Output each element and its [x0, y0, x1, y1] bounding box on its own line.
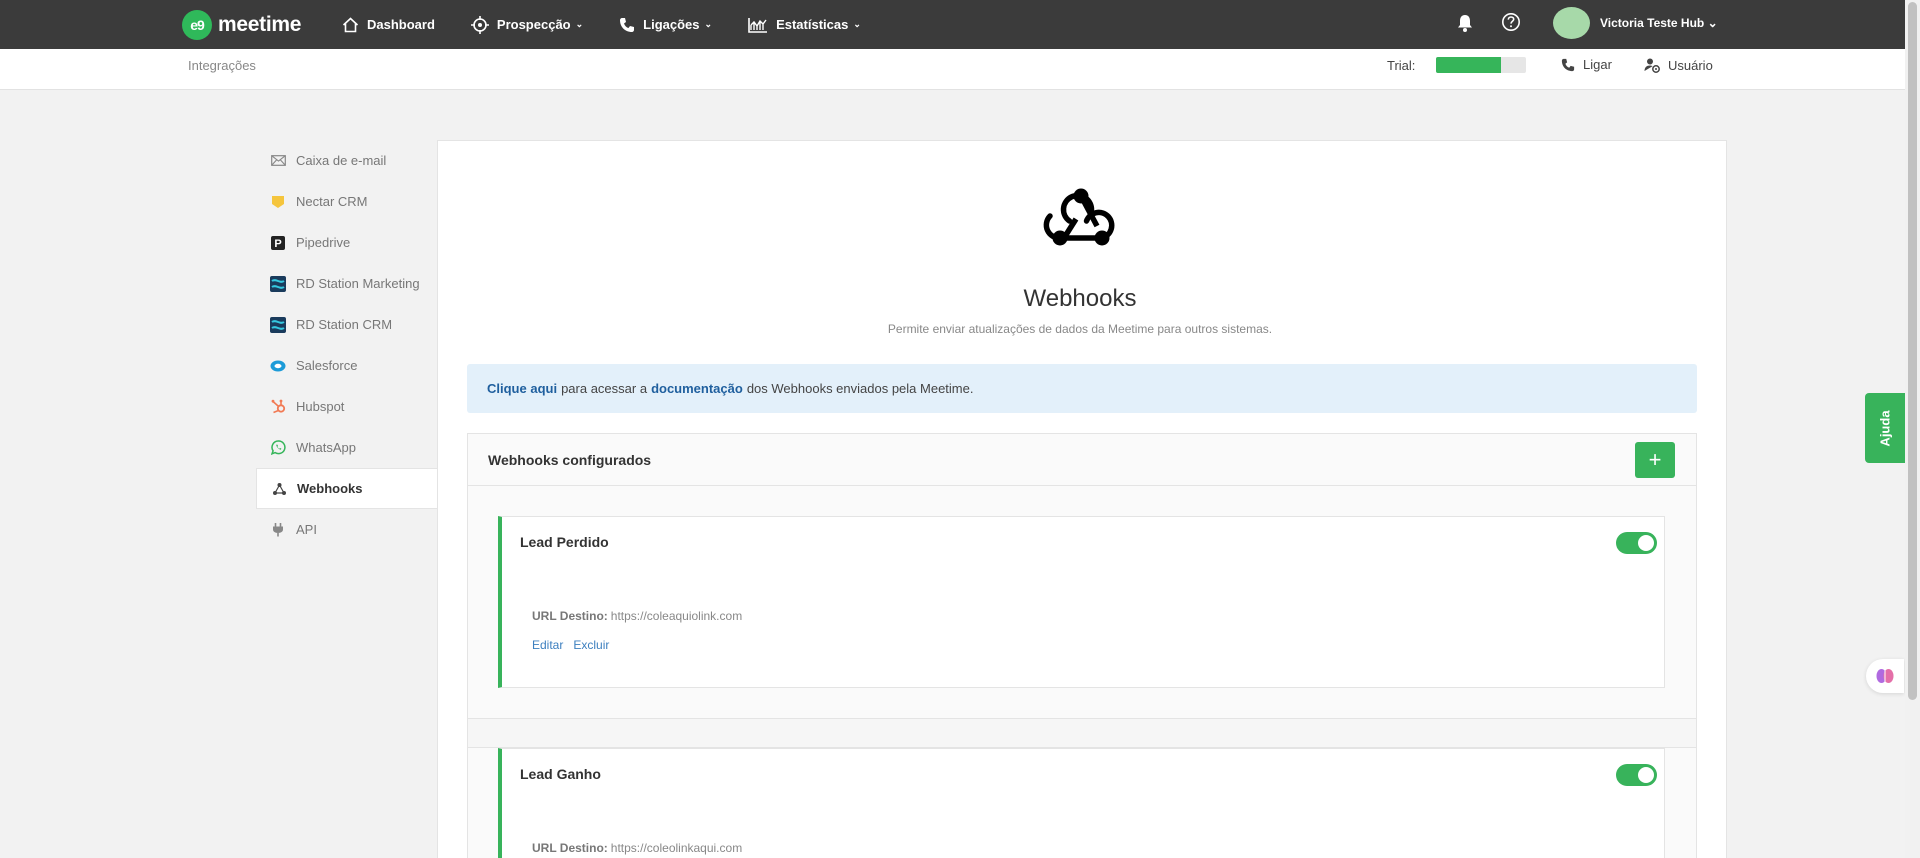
webhooks-logo-icon [1043, 188, 1115, 246]
sidebar-item-webhooks[interactable]: Webhooks [256, 468, 437, 509]
documentation-link[interactable]: documentação [651, 381, 743, 396]
pipedrive-icon: P [270, 235, 286, 251]
webhook-actions: Editar Excluir [532, 638, 609, 652]
bell-icon[interactable] [1456, 13, 1474, 33]
trial-label: Trial: [1387, 58, 1416, 73]
edit-link[interactable]: Editar [532, 638, 563, 652]
target-icon [470, 15, 489, 34]
sidebar-item-api[interactable]: API [256, 509, 437, 550]
sidebar-item-label: Pipedrive [296, 235, 351, 250]
sub-header [0, 49, 1905, 90]
help-tab-label: Ajuda [1877, 409, 1893, 447]
user-menu[interactable]: Victoria Teste Hub ⌄ [1600, 16, 1718, 30]
nav-label: Prospecção [496, 17, 571, 32]
info-text: dos Webhooks enviados pela Meetime. [746, 381, 974, 396]
sidebar-item-label: Webhooks [297, 481, 363, 496]
chevron-down-icon: ⌄ [575, 19, 584, 29]
webhook-name: Lead Ganho [520, 766, 601, 782]
assistant-bubble[interactable] [1866, 659, 1904, 693]
url-label: URL Destino: [532, 841, 608, 855]
sidebar-item-label: WhatsApp [296, 440, 356, 455]
svg-text:P: P [274, 238, 281, 250]
webhook-enabled-toggle[interactable] [1616, 764, 1657, 786]
page-title: Webhooks [1023, 285, 1137, 312]
url-value: https://coleolinkaqui.com [610, 841, 743, 855]
sidebar-item-label: Salesforce [296, 358, 358, 373]
call-button[interactable]: Ligar [1561, 57, 1612, 72]
add-webhook-button[interactable]: + [1635, 442, 1675, 478]
nav-item-prospeccao[interactable]: Prospecção ⌄ [470, 15, 584, 34]
sidebar-item-whatsapp[interactable]: WhatsApp [256, 427, 437, 468]
chart-icon [748, 17, 768, 33]
sidebar-item-hubspot[interactable]: Hubspot [256, 386, 437, 427]
nav-item-estatisticas[interactable]: Estatísticas ⌄ [748, 17, 861, 33]
nav-label: Ligações [643, 17, 700, 32]
top-navbar: e9 meetime Dashboard Prospecção ⌄ Ligaçõ… [0, 0, 1905, 49]
nav-item-ligacoes[interactable]: Ligações ⌄ [619, 17, 712, 33]
sidebar-item-caixa-de-email[interactable]: Caixa de e-mail [256, 140, 437, 181]
help-tab[interactable]: Ajuda [1865, 393, 1905, 463]
info-text: para acessar a [561, 381, 648, 396]
user-settings-icon [1644, 58, 1660, 73]
plug-icon [270, 522, 286, 538]
home-icon [342, 16, 359, 32]
nav-label: Dashboard [367, 17, 435, 32]
webhook-item: Lead Ganho URL Destino: https://coleolink… [498, 748, 1665, 858]
page-scrollbar[interactable] [1905, 0, 1920, 858]
sidebar-item-salesforce[interactable]: Salesforce [256, 345, 437, 386]
chevron-down-icon: ⌄ [704, 19, 713, 29]
call-label: Ligar [1583, 57, 1612, 72]
nav-item-dashboard[interactable]: Dashboard [342, 16, 435, 33]
user-label: Usuário [1668, 57, 1713, 73]
sidebar-item-label: Nectar CRM [296, 194, 368, 209]
documentation-info-box: Clique aqui para acessar a documentação … [467, 364, 1697, 413]
trial-progress-fill [1436, 57, 1501, 73]
brain-icon [1876, 669, 1894, 683]
webhook-name: Lead Perdido [520, 534, 609, 550]
page-subtitle: Permite enviar atualizações de dados da … [887, 322, 1273, 336]
phone-icon [620, 17, 635, 32]
divider [468, 718, 1696, 748]
card-title: Webhooks configurados [488, 452, 652, 468]
sidebar-item-label: Caixa de e-mail [296, 153, 387, 168]
help-icon[interactable] [1501, 12, 1521, 32]
phone-icon [1561, 58, 1575, 71]
sidebar-item-label: API [296, 522, 317, 537]
nav-label: Estatísticas [776, 17, 849, 32]
nectar-icon [270, 194, 286, 210]
sidebar-item-nectar-crm[interactable]: Nectar CRM [256, 181, 437, 222]
url-value: https://coleaquiolink.com [610, 609, 743, 623]
sidebar-item-pipedrive[interactable]: P Pipedrive [256, 222, 437, 263]
card-header: Webhooks configurados + [468, 434, 1696, 486]
app-logo[interactable]: e9 meetime [182, 10, 301, 40]
logo-text: meetime [218, 13, 302, 36]
configured-webhooks-card: Webhooks configurados + Lead Perdido URL… [467, 433, 1697, 858]
whatsapp-icon [270, 440, 286, 456]
logo-mark-icon: e9 [182, 10, 212, 40]
mail-icon [270, 153, 286, 169]
user-button[interactable]: Usuário [1644, 57, 1713, 73]
webhook-enabled-toggle[interactable] [1616, 532, 1657, 554]
url-label: URL Destino: [532, 609, 608, 623]
breadcrumb: Integrações [188, 58, 256, 73]
click-here-link[interactable]: Clique aqui [487, 381, 557, 396]
avatar[interactable] [1553, 7, 1590, 39]
main-nav: Dashboard Prospecção ⌄ Ligações ⌄ Estatí… [342, 0, 897, 49]
webhook-url: URL Destino: https://coleolinkaqui.com [532, 841, 742, 855]
webhooks-icon [271, 481, 287, 497]
scrollbar-thumb[interactable] [1908, 2, 1917, 700]
trial-progress-bar [1436, 57, 1526, 73]
webhook-item: Lead Perdido URL Destino: https://coleaqu… [498, 516, 1665, 688]
hubspot-icon [270, 399, 286, 415]
webhook-url: URL Destino: https://coleaquiolink.com [532, 609, 742, 623]
sidebar-item-label: Hubspot [296, 399, 345, 414]
salesforce-icon [270, 358, 286, 374]
chevron-down-icon: ⌄ [853, 19, 861, 29]
delete-link[interactable]: Excluir [573, 638, 609, 652]
integrations-sidebar: Caixa de e-mail Nectar CRM P Pipedrive R… [256, 140, 437, 550]
